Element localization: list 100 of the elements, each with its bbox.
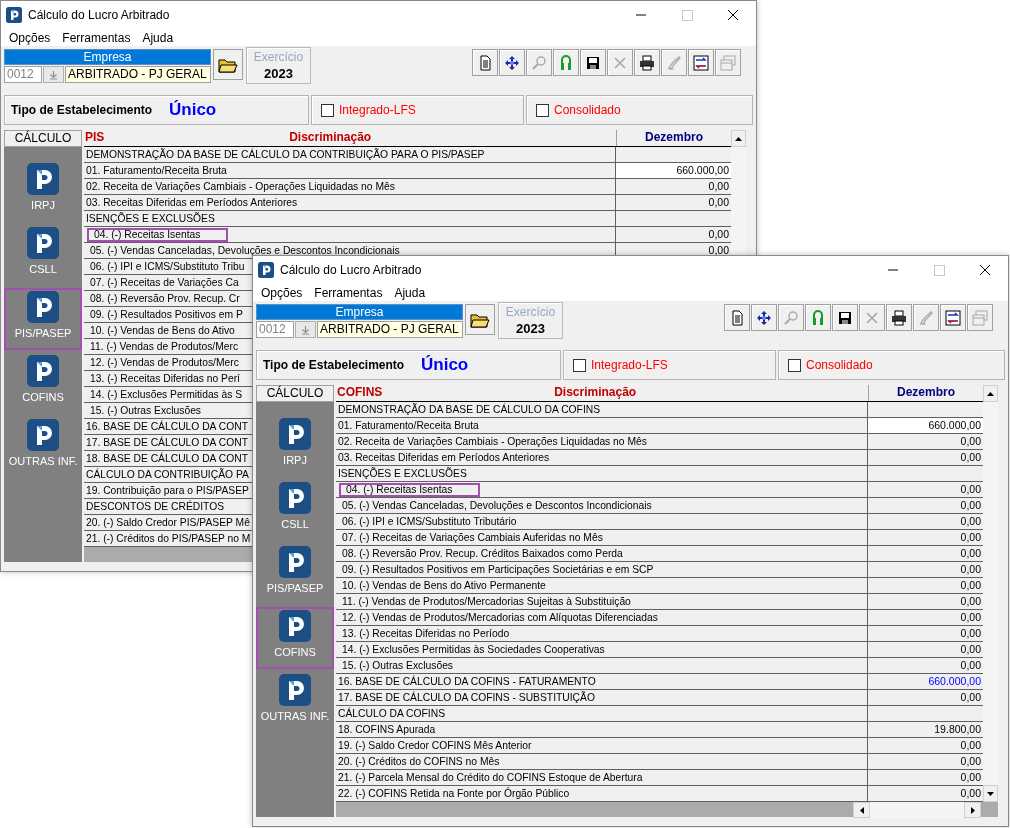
row-label: 05. (-) Vendas Canceladas, Devoluções e Descontos Incondicionais	[89, 243, 401, 258]
open-button[interactable]	[465, 304, 495, 335]
logo-icon	[27, 355, 59, 387]
column-header: Dezembro	[896, 385, 956, 401]
row-label: 04. (-) Receitas Isentas	[87, 227, 229, 242]
checkbox[interactable]	[788, 358, 801, 372]
row-label: 02. Receita de Variações Cambiais - Operações Liquidadas no Mês	[337, 434, 648, 449]
checkbox-label[interactable]: Integrado-LFS	[591, 358, 668, 372]
checkbox-label[interactable]: Consolidado	[554, 103, 621, 117]
sidebar-item[interactable]: COFINS	[256, 607, 334, 669]
row-label: 03. Receitas Diferidas em Períodos Anteriores	[85, 195, 299, 210]
row-label: 12. (-) Vendas de Produtos/Merc	[89, 355, 240, 370]
row-label: 15. (-) Outras Exclusões	[341, 658, 454, 673]
document-button[interactable]	[472, 49, 498, 76]
row-label: ISENÇÕES E EXCLUSÕES	[85, 211, 216, 226]
field-label: Empresa	[256, 304, 463, 320]
value-field[interactable]: 660.000,00	[868, 418, 983, 434]
company-field[interactable]: ARBITRADO - PJ GERAL	[317, 321, 463, 338]
checkbox-label[interactable]: Integrado-LFS	[339, 103, 416, 117]
left-arrow-icon	[859, 806, 864, 814]
document-button[interactable]	[724, 304, 750, 331]
checkbox[interactable]	[573, 358, 586, 372]
sidebar-item[interactable]: OUTRAS INF.	[4, 416, 82, 478]
printer-icon	[639, 54, 655, 71]
padlock-button[interactable]	[553, 49, 579, 76]
menu-item[interactable]: Ajuda	[136, 30, 180, 45]
scroll-up-button[interactable]	[731, 130, 746, 147]
row-label: ISENÇÕES E EXCLUSÕES	[337, 466, 468, 481]
checkbox[interactable]	[321, 103, 334, 117]
printer-button[interactable]	[634, 49, 660, 76]
sidebar-item[interactable]: PIS/PASEP	[256, 543, 334, 605]
row-label: 14. (-) Exclusões Permitidas às Sociedades Cooperativas	[341, 642, 606, 657]
menu-item[interactable]: Opções	[255, 285, 309, 300]
row-label: 11. (-) Vendas de Produtos/Merc	[89, 339, 240, 354]
checkbox[interactable]	[536, 103, 549, 117]
sidebar-item[interactable]: CSLL	[256, 479, 334, 541]
swap-button[interactable]	[940, 304, 966, 331]
floppy-disk-button[interactable]	[832, 304, 858, 331]
row-label: 22. (-) COFINS Retida na Fonte por Órgão Público	[337, 786, 571, 801]
establishment-type: Único	[169, 100, 217, 120]
row-label: 19. (-) Saldo Credor COFINS Mês Anterior	[337, 738, 533, 753]
company-field[interactable]: ARBITRADO - PJ GERAL	[65, 66, 211, 83]
year-value: 2023	[516, 321, 545, 336]
code-field[interactable]: 0012	[4, 66, 42, 83]
sidebar-item[interactable]: OUTRAS INF.	[256, 671, 334, 733]
scroll-up-button[interactable]	[983, 385, 998, 402]
row-label: 13. (-) Receitas Diferidas no Perí	[89, 371, 241, 386]
row-label: 06. (-) IPI e ICMS/Substituto Tributário	[341, 514, 518, 529]
windows-icon	[720, 54, 736, 71]
row-label: 21. (-) Parcela Mensal do Crédito do COFINS Estoque de Abertura	[337, 770, 644, 785]
row-label: 08. (-) Reversão Prov. Recup. Créditos Baixados como Perda	[341, 546, 624, 561]
swap-button[interactable]	[688, 49, 714, 76]
row-label: 16. BASE DE CÁLCULO DA COFINS - FATURAMENTO	[337, 674, 597, 689]
sidebar-item[interactable]: PIS/PASEP	[4, 288, 82, 350]
navigation-button[interactable]	[751, 304, 777, 331]
sidebar-item[interactable]: CSLL	[4, 224, 82, 286]
navigation-icon	[756, 309, 772, 326]
value-field[interactable]: 660.000,00	[616, 163, 731, 179]
column-header: Dezembro	[644, 130, 704, 146]
row-label: 17. BASE DE CÁLCULO DA COFINS - SUBSTITUIÇÃO	[337, 690, 596, 705]
row-label: 04. (-) Receitas Isentas	[339, 482, 481, 497]
lookup-button[interactable]	[295, 321, 316, 338]
scroll-left-button[interactable]	[853, 802, 870, 818]
sidebar-item[interactable]: IRPJ	[256, 415, 334, 477]
app-icon	[258, 262, 274, 278]
code-field[interactable]: 0012	[256, 321, 294, 338]
row-label: DEMONSTRAÇÃO DA BASE DE CÁLCULO DA COFINS	[337, 402, 602, 417]
row-label: 17. BASE DE CÁLCULO DA CONT	[85, 435, 249, 450]
menu-item[interactable]: Ferramentas	[308, 285, 389, 300]
column-header: Discriminação	[289, 130, 373, 146]
row-label: 07. (-) Receitas de Variações Cambiais Auferidas no Mês	[341, 530, 604, 545]
field-label: Tipo de Estabelecimento	[11, 103, 154, 117]
row-label: 20. (-) Créditos do COFINS no Mês	[337, 754, 501, 769]
row-label: 14. (-) Exclusões Permitidas às S	[89, 387, 244, 402]
scroll-down-button[interactable]	[983, 785, 998, 802]
padlock-icon	[558, 54, 574, 71]
establishment-type: Único	[421, 355, 469, 375]
scroll-right-button[interactable]	[964, 802, 981, 818]
sidebar-item[interactable]: COFINS	[4, 352, 82, 414]
menu-item[interactable]: Ajuda	[388, 285, 432, 300]
padlock-button[interactable]	[805, 304, 831, 331]
checkbox-label[interactable]: Consolidado	[806, 358, 873, 372]
field-label: Tipo de Estabelecimento	[263, 358, 406, 372]
row-label: 02. Receita de Variações Cambiais - Operações Liquidadas no Mês	[85, 179, 396, 194]
sidebar-item[interactable]: IRPJ	[4, 160, 82, 222]
cross-icon	[612, 54, 628, 71]
navigation-button[interactable]	[499, 49, 525, 76]
open-button[interactable]	[213, 49, 243, 80]
floppy-disk-button[interactable]	[580, 49, 606, 76]
menu-item[interactable]: Ferramentas	[56, 30, 137, 45]
row-label: DEMONSTRAÇÃO DA BASE DE CÁLCULO DA CONTRIBUIÇÃO PARA O PIS/PASEP	[85, 147, 486, 162]
row-label: 18. COFINS Apurada	[337, 722, 437, 737]
swap-icon	[945, 309, 961, 326]
row-label: 06. (-) IPI e ICMS/Substituto Tribu	[89, 259, 246, 274]
menu-item[interactable]: Opções	[3, 30, 57, 45]
row-label: 10. (-) Vendas de Bens do Ativo Permanente	[341, 578, 547, 593]
printer-button[interactable]	[886, 304, 912, 331]
app-icon	[6, 7, 22, 23]
row-label: DESCONTOS DE CRÉDITOS	[85, 499, 226, 514]
lookup-button[interactable]	[43, 66, 64, 83]
